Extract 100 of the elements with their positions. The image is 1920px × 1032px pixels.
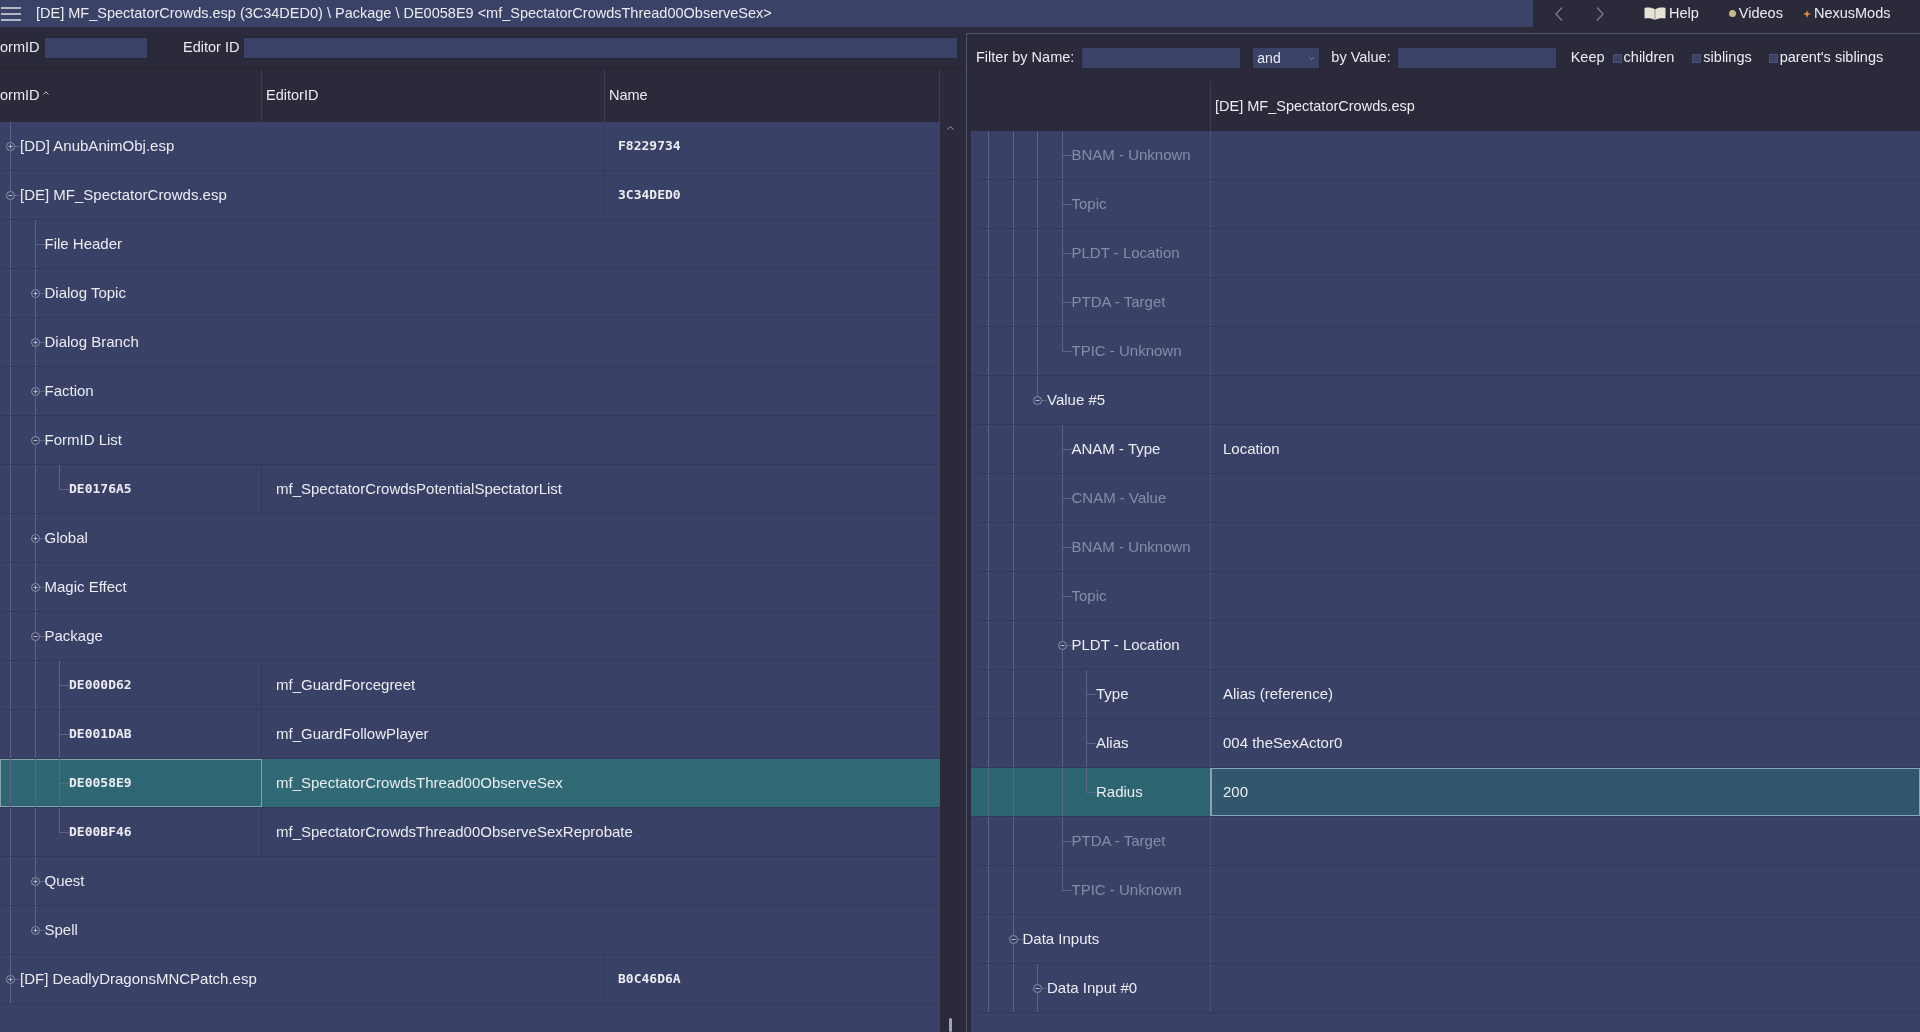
plus-circle-icon[interactable] — [6, 975, 15, 984]
field-label: Type — [1096, 683, 1129, 704]
value-filter-field[interactable] — [1396, 47, 1557, 69]
toolbar-link[interactable]: NexusMods — [1802, 2, 1891, 25]
operator-dropdown[interactable]: and — [1252, 47, 1321, 69]
tree-row[interactable]: Faction — [0, 367, 940, 416]
minus-circle-icon[interactable] — [1057, 641, 1067, 650]
tree-row[interactable]: DE0058E9 mf_SpectatorCrowdsThread00ObserveSex — [0, 759, 940, 808]
tree-row[interactable]: Package — [0, 612, 940, 661]
star-icon — [1802, 9, 1811, 18]
field-label: Data Input #0 — [1047, 977, 1138, 998]
node-label: [DE] MF_SpectatorCrowds.esp — [20, 184, 227, 205]
editor-id-text: mf_SpectatorCrowdsThread00ObserveSexReprobate — [276, 821, 633, 842]
field-label: BNAM - Unknown — [1071, 536, 1191, 557]
checkbox[interactable] — [1768, 53, 1778, 63]
plus-circle-icon[interactable] — [30, 926, 40, 935]
tree-row[interactable]: [DD] AnubAnimObj.esp F8229734 — [0, 122, 940, 171]
chevron-up-icon[interactable] — [946, 126, 954, 130]
sort-caret-icon — [43, 91, 50, 95]
node-label: Spell — [44, 919, 78, 940]
node-label: Global — [44, 527, 88, 548]
field-label: by Value: — [1331, 48, 1391, 68]
tree-row[interactable]: Spell — [0, 906, 940, 955]
tree-row[interactable]: Magic Effect — [0, 563, 940, 612]
tree-row[interactable]: ANAM - Type Location — [971, 425, 1920, 474]
tree-row[interactable]: Dialog Topic — [0, 269, 940, 318]
name-filter-field[interactable] — [1081, 47, 1242, 69]
field-label: Topic — [1071, 193, 1107, 214]
minus-circle-icon[interactable] — [1033, 396, 1042, 405]
field-label: PTDA - Target — [1071, 830, 1166, 851]
checkbox[interactable] — [1612, 53, 1622, 63]
tree-row[interactable]: Dialog Branch — [0, 318, 940, 367]
editor-id-text: mf_GuardForcegreet — [276, 674, 416, 695]
form-id-text: DE001DAB — [69, 725, 132, 744]
minus-circle-icon[interactable] — [1008, 935, 1018, 944]
field-label: BNAM - Unknown — [1071, 144, 1191, 165]
book-icon — [1644, 7, 1666, 20]
chevron-right-icon — [1596, 6, 1604, 21]
tree-row[interactable]: Data Input #0 — [971, 964, 1920, 1013]
menu-icon[interactable] — [1, 6, 21, 21]
form-id-text: DE000D62 — [69, 676, 132, 695]
toolbar-link[interactable]: Help — [1644, 2, 1699, 25]
form-id-field[interactable] — [44, 36, 148, 59]
field-label: Topic — [1071, 585, 1107, 606]
plus-circle-icon[interactable] — [30, 387, 40, 396]
plus-circle-icon[interactable] — [30, 877, 40, 886]
scrollbar-thumb[interactable] — [948, 1018, 952, 1032]
tree-row[interactable]: Data Inputs — [971, 915, 1920, 964]
coin-icon — [1728, 10, 1736, 17]
editor-id-text: mf_SpectatorCrowdsThread00ObserveSex — [276, 772, 563, 793]
tree-row[interactable]: Type Alias (reference) — [971, 670, 1920, 719]
field-label: ormID — [0, 37, 41, 57]
node-label: File Header — [44, 233, 123, 254]
field-label: TPIC - Unknown — [1071, 340, 1182, 361]
minus-circle-icon[interactable] — [30, 632, 40, 641]
window-title: [DE] MF_SpectatorCrowds.esp (3C34DED0) \ Package \ DE0058E9 <mf_SpectatorCrowdsThread00ObserveSex> — [36, 3, 772, 23]
field-label: Filter by Name: — [976, 48, 1075, 68]
plus-circle-icon[interactable] — [30, 338, 40, 347]
editor-id-field[interactable] — [243, 36, 958, 59]
checkbox-label[interactable]: children — [1623, 47, 1675, 69]
hex-text: 3C34DED0 — [618, 186, 681, 205]
plus-circle-icon[interactable] — [30, 534, 40, 543]
tree-row[interactable]: File Header — [0, 220, 940, 269]
form-id-text: DE0176A5 — [69, 480, 132, 499]
node-label: [DD] AnubAnimObj.esp — [20, 135, 175, 156]
minus-circle-icon[interactable] — [1033, 984, 1042, 993]
plus-circle-icon[interactable] — [30, 289, 40, 298]
checkbox[interactable] — [1692, 53, 1702, 63]
node-label: Package — [44, 625, 103, 646]
field-value: Alias (reference) — [1223, 683, 1334, 704]
plus-circle-icon[interactable] — [6, 142, 15, 151]
tree-row[interactable]: [DE] MF_SpectatorCrowds.esp 3C34DED0 — [0, 171, 940, 220]
tree-row[interactable]: Value #5 — [971, 376, 1920, 425]
field-value: 004 theSexActor0 — [1223, 732, 1343, 753]
tree-row[interactable]: Quest — [0, 857, 940, 906]
minus-circle-icon[interactable] — [30, 436, 40, 445]
node-label: FormID List — [44, 429, 122, 450]
tree-row[interactable]: Global — [0, 514, 940, 563]
minus-circle-icon[interactable] — [6, 191, 15, 200]
tree-row[interactable]: PLDT - Location — [971, 621, 1920, 670]
toolbar-link[interactable]: Videos — [1728, 2, 1783, 25]
field-label: Keep — [1570, 48, 1605, 68]
field-label: Data Inputs — [1022, 928, 1100, 949]
field-label: CNAM - Value — [1071, 487, 1167, 508]
node-label: Dialog Topic — [44, 282, 126, 303]
tree-row[interactable]: [DF] DeadlyDragonsMNCPatch.esp B0C46D6A — [0, 955, 940, 1004]
field-label: PLDT - Location — [1071, 634, 1180, 655]
tree-row[interactable]: DE00BF46 mf_SpectatorCrowdsThread00ObserveSexReprobate — [0, 808, 940, 857]
field-label: PTDA - Target — [1071, 291, 1166, 312]
field-value: 200 — [1223, 781, 1249, 802]
checkbox-label[interactable]: siblings — [1703, 47, 1752, 69]
tree-row[interactable]: FormID List — [0, 416, 940, 465]
node-label: Quest — [44, 870, 85, 891]
field-label: Radius — [1096, 781, 1143, 802]
checkbox-label[interactable]: parent's siblings — [1779, 47, 1884, 69]
node-label: Faction — [44, 380, 94, 401]
plus-circle-icon[interactable] — [30, 583, 40, 592]
tree-row[interactable]: DE0176A5 mf_SpectatorCrowdsPotentialSpectatorList — [0, 465, 940, 514]
tree-row[interactable]: DE000D62 mf_GuardForcegreet — [0, 661, 940, 710]
field-label: PLDT - Location — [1071, 242, 1180, 263]
